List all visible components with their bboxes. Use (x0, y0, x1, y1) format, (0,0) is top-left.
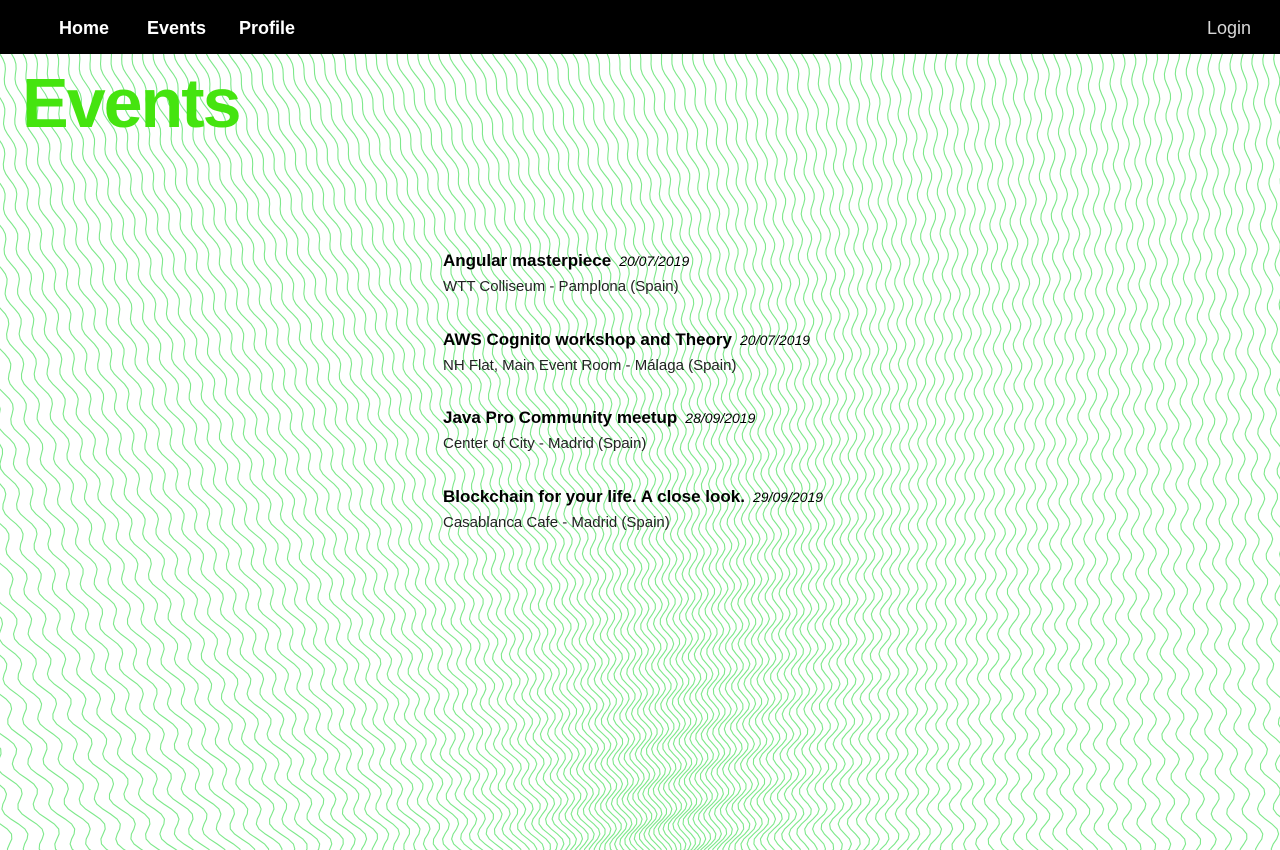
event-header: Blockchain for your life. A close look. 2… (443, 483, 1143, 511)
event-venue: NH Flat, Main Event Room - Málaga (Spain… (443, 356, 737, 374)
event-date: 20/07/2019 (740, 331, 811, 348)
wavy-line (0, 732, 60, 850)
wavy-line (0, 522, 161, 850)
wavy-line (0, 348, 241, 850)
wavy-line (1262, 54, 1280, 311)
wavy-line (1273, 54, 1280, 185)
wavy-line (152, 54, 484, 850)
wavy-line (1229, 54, 1280, 558)
wavy-line (1196, 54, 1280, 728)
event-item: Java Pro Community meetup 28/09/2019 Cent… (443, 404, 1143, 483)
event-title[interactable]: Blockchain for your life. A close look. (443, 487, 745, 506)
wavy-line (131, 54, 462, 850)
wavy-line (1131, 54, 1233, 850)
event-date: 28/09/2019 (685, 410, 756, 426)
nav-events-link[interactable]: Events (147, 0, 206, 54)
event-title[interactable]: Java Pro Community meetup (443, 408, 677, 427)
event-item: Angular masterpiece 20/07/2019 WTT Collis… (443, 247, 1143, 326)
event-venue: Casablanca Cafe - Madrid (Spain) (443, 513, 670, 531)
event-date: 20/07/2019 (619, 253, 690, 269)
event-title[interactable]: Angular masterpiece (443, 251, 611, 270)
wavy-line (0, 266, 270, 850)
wavy-line (56, 54, 390, 850)
event-header: AWS Cognito workshop and Theory 20/07/201… (443, 326, 1143, 354)
event-header: Java Pro Community meetup 28/09/2019 (443, 404, 1143, 432)
wavy-line (142, 54, 473, 850)
nav-home-link[interactable]: Home (59, 0, 109, 54)
event-header: Angular masterpiece 20/07/2019 (443, 247, 1143, 275)
top-navigation-bar: Home Events Profile Login (0, 0, 1280, 54)
events-list: Angular masterpiece 20/07/2019 WTT Collis… (443, 247, 1143, 561)
page-title: Events (22, 64, 242, 142)
wavy-line (0, 54, 333, 850)
event-item: Blockchain for your life. A close look. 2… (443, 483, 1143, 562)
wavy-line (0, 388, 226, 850)
wavy-line (1142, 54, 1248, 850)
wavy-line (67, 54, 400, 850)
event-venue: WTT Colliseum - Pamplona (Spain) (443, 278, 679, 295)
event-date: 29/09/2019 (752, 488, 824, 505)
nav-profile-link[interactable]: Profile (239, 0, 295, 54)
event-title[interactable]: AWS Cognito workshop and Theory (443, 330, 732, 349)
wavy-line (121, 54, 451, 850)
wavy-line (0, 406, 211, 850)
wavy-line (1153, 54, 1264, 850)
nav-login-link[interactable]: Login (1207, 0, 1251, 54)
event-venue: Center of City - Madrid (Spain) (443, 435, 647, 452)
wavy-line (1163, 54, 1280, 850)
event-item: AWS Cognito workshop and Theory 20/07/201… (443, 326, 1143, 405)
wavy-line (1185, 54, 1280, 774)
page: Home Events Profile Login Events Angular… (0, 0, 1280, 850)
